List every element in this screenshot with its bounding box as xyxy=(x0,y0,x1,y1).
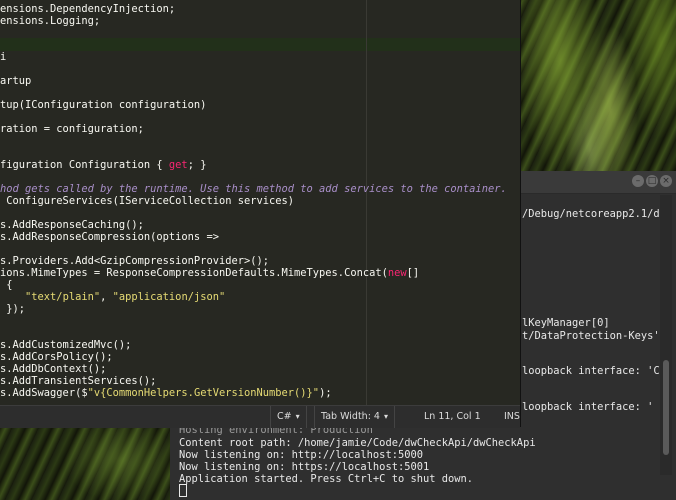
right-margin-guide xyxy=(366,0,367,405)
code-token: s.AddDbContext(); xyxy=(0,363,107,375)
code-line: hod gets called by the runtime. Use this… xyxy=(0,183,507,195)
language-label: C# xyxy=(277,411,292,422)
terminal-titlebar[interactable]: – □ × xyxy=(520,171,676,194)
code-token: [] xyxy=(406,267,420,279)
code-line: i xyxy=(0,51,6,63)
code-token: "application/json" xyxy=(112,291,226,303)
terminal-cursor xyxy=(179,484,187,497)
code-token: s.AddCorsPolicy(); xyxy=(0,351,113,363)
maximize-icon[interactable]: □ xyxy=(646,175,658,187)
chevron-down-icon: ▾ xyxy=(383,412,388,421)
code-line: ensions.Logging; xyxy=(0,15,101,27)
code-line: ensions.DependencyInjection; xyxy=(0,3,176,15)
code-line: "text/plain", "application/json" xyxy=(0,291,225,303)
terminal-line: loopback interface: ' xyxy=(522,401,654,413)
code-token: ); xyxy=(319,387,332,399)
code-token: s.AddTransientServices(); xyxy=(0,375,157,387)
code-token: figuration Configuration { xyxy=(0,159,169,171)
code-line: s.AddCustomizedMvc(); xyxy=(0,339,131,351)
code-line: ration = configuration; xyxy=(0,123,144,135)
cursor-position: Ln 11, Col 1 xyxy=(424,411,481,422)
code-line: ConfigureServices(IServiceCollection ser… xyxy=(0,195,294,207)
code-line: }); xyxy=(0,303,25,315)
code-token: s.AddResponseCaching(); xyxy=(0,219,144,231)
code-token: ions.MimeTypes = ResponseCompressionDefa… xyxy=(0,267,388,279)
code-line: { xyxy=(0,279,13,291)
code-line: s.AddResponseCompression(options => xyxy=(0,231,219,243)
code-line: s.AddSwagger($"v{CommonHelpers.GetVersio… xyxy=(0,387,332,399)
code-token: ConfigureServices(IServiceCollection ser… xyxy=(0,195,295,207)
code-token: , xyxy=(100,291,113,303)
code-token: s.AddCustomizedMvc(); xyxy=(0,339,132,351)
code-token: ration = configuration; xyxy=(0,123,144,135)
current-line-highlight xyxy=(0,38,520,51)
code-token: get xyxy=(168,159,188,171)
terminal-scroll-thumb[interactable] xyxy=(663,360,669,455)
code-line: tup(IConfiguration configuration) xyxy=(0,99,206,111)
code-line: artup xyxy=(0,75,31,87)
code-token: s.AddSwagger($ xyxy=(0,387,88,399)
code-line: figuration Configuration { get; } xyxy=(0,159,206,171)
tab-width-label: Tab Width: 4 xyxy=(321,411,380,422)
terminal-line: t/DataProtection-Keys' xyxy=(522,330,660,342)
close-icon[interactable]: × xyxy=(660,175,672,187)
code-line: s.Providers.Add<GzipCompressionProvider>… xyxy=(0,255,269,267)
code-line: ions.MimeTypes = ResponseCompressionDefa… xyxy=(0,267,419,279)
code-token: s.Providers.Add<GzipCompressionProvider>… xyxy=(0,255,269,267)
code-token: "v{CommonHelpers.GetVersionNumber()}" xyxy=(87,387,320,399)
code-token: tup(IConfiguration configuration) xyxy=(0,99,207,111)
chevron-down-icon: ▾ xyxy=(295,412,300,421)
code-line: s.AddResponseCaching(); xyxy=(0,219,144,231)
code-token: { xyxy=(0,279,13,291)
code-token: ; } xyxy=(187,159,207,171)
code-token: hod gets called by the runtime. Use this… xyxy=(0,183,507,195)
code-editor-window[interactable]: ensions.DependencyInjection; ensions.Logg… xyxy=(0,0,521,428)
terminal-line: lKeyManager[0] xyxy=(522,317,610,329)
insert-mode: INS xyxy=(504,411,520,422)
code-line: s.AddTransientServices(); xyxy=(0,375,156,387)
terminal-line: Application started. Press Ctrl+C to shu… xyxy=(179,473,474,485)
code-token: "text/plain" xyxy=(25,291,101,303)
code-token: new xyxy=(387,267,407,279)
minimize-icon[interactable]: – xyxy=(632,175,644,187)
code-line: s.AddDbContext(); xyxy=(0,363,106,375)
code-token: i xyxy=(0,51,7,63)
language-selector[interactable]: C# ▾ xyxy=(270,406,307,428)
code-token: artup xyxy=(0,75,32,87)
code-line: s.AddCorsPolicy(); xyxy=(0,351,113,363)
code-token: }); xyxy=(0,303,26,315)
terminal-line: loopback interface: 'C xyxy=(522,365,660,377)
editor-statusbar: C# ▾ Tab Width: 4 ▾ Ln 11, Col 1 INS xyxy=(0,405,520,428)
tab-width-selector[interactable]: Tab Width: 4 ▾ xyxy=(314,406,395,428)
terminal-line: /Debug/netcoreapp2.1/d xyxy=(522,208,660,220)
code-token: s.AddResponseCompression(options => xyxy=(0,231,219,243)
